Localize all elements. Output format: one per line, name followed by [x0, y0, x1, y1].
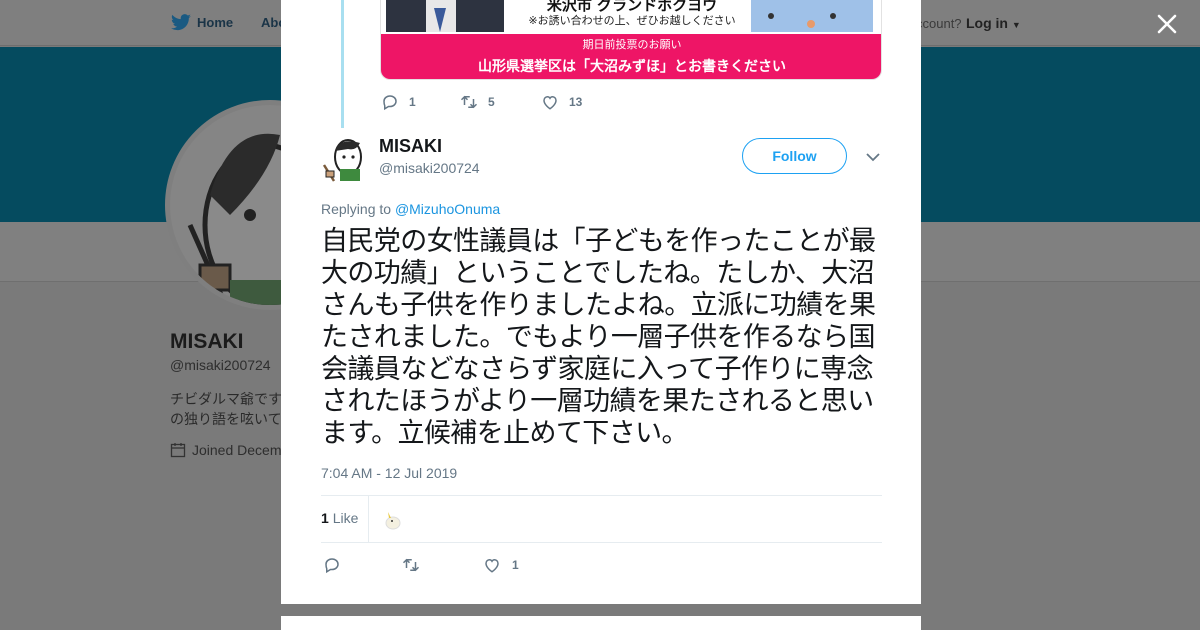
thread-connector-line	[341, 0, 344, 128]
reply-action[interactable]	[323, 556, 352, 574]
profile-bio-line: チビダルマ爺です	[170, 391, 282, 407]
parent-reply-count: 1	[409, 95, 416, 109]
follow-label: Follow	[772, 148, 817, 164]
parent-reply-action[interactable]: 1	[381, 93, 416, 111]
like-action[interactable]: 1	[483, 556, 519, 574]
author-avatar[interactable]	[320, 135, 370, 183]
tweet-timestamp[interactable]: 7:04 AM - 12 Jul 2019	[321, 465, 457, 481]
calendar-icon	[170, 443, 186, 458]
tweet-text: 自民党の女性議員は「子どもを作ったことが最大の功績」ということでしたね。たしか、…	[321, 226, 876, 449]
follow-button[interactable]: Follow	[742, 138, 847, 174]
reply-icon	[325, 558, 339, 574]
chevron-down-icon: ▼	[1011, 20, 1021, 30]
author-handle[interactable]: @misaki200724	[379, 160, 480, 176]
likes-stat[interactable]: 1 Like	[321, 510, 358, 526]
image-invite-text: ※お誘い合わせの上、ぜひお越しください	[528, 14, 736, 27]
retweet-icon	[460, 95, 478, 109]
profile-bio-line: の独り語を呟いて	[170, 411, 282, 427]
replying-prefix: Replying to	[321, 201, 395, 217]
reply-icon	[383, 95, 397, 111]
profile-joined-date: Joined Decem	[192, 442, 282, 458]
retweet-icon	[402, 558, 420, 572]
parent-retweet-action[interactable]: 5	[460, 93, 495, 111]
tweet-permalink-modal: 米沢市 グランドホクヨウ ※お誘い合わせの上、ぜひお越しください 期日前投票のお…	[281, 0, 921, 604]
login-link[interactable]: Log in ▼	[966, 15, 1021, 31]
author-name[interactable]: MISAKI	[379, 136, 442, 157]
replying-to-line: Replying to @MizuhoOnuma	[321, 201, 500, 217]
parent-like-count: 13	[569, 95, 583, 109]
login-label: Log in	[966, 15, 1008, 31]
profile-name: MISAKI	[170, 330, 244, 353]
parent-retweet-count: 5	[488, 95, 495, 109]
nav-home-link[interactable]: Home	[197, 15, 233, 30]
image-early-vote-text: 期日前投票のお願い	[582, 38, 682, 51]
likes-label: Like	[332, 510, 359, 526]
divider	[321, 542, 882, 543]
image-top-section: 米沢市 グランドホクヨウ ※お誘い合わせの上、ぜひお越しください	[381, 0, 881, 34]
chevron-down-icon[interactable]	[865, 150, 881, 164]
retweet-action[interactable]	[402, 556, 431, 574]
parent-tweet-image[interactable]: 米沢市 グランドホクヨウ ※お誘い合わせの上、ぜひお越しください 期日前投票のお…	[380, 0, 882, 80]
next-tweet-card	[281, 616, 921, 630]
image-ballot-text: 山形県選挙区は「大沼みずほ」とお書きください	[478, 59, 786, 75]
heart-icon	[485, 558, 499, 573]
liker-avatar[interactable]	[380, 506, 406, 532]
have-account-text: ccount?	[916, 16, 962, 31]
divider	[321, 495, 882, 496]
like-count: 1	[512, 558, 519, 572]
likes-number: 1	[321, 510, 329, 526]
twitter-bird-icon[interactable]	[170, 14, 192, 32]
heart-icon	[543, 95, 557, 110]
profile-handle: @misaki200724	[170, 357, 271, 373]
replying-to-link[interactable]: @MizuhoOnuma	[395, 201, 500, 217]
parent-like-action[interactable]: 13	[541, 93, 582, 111]
close-icon[interactable]	[1155, 12, 1179, 36]
stats-separator	[368, 496, 369, 542]
